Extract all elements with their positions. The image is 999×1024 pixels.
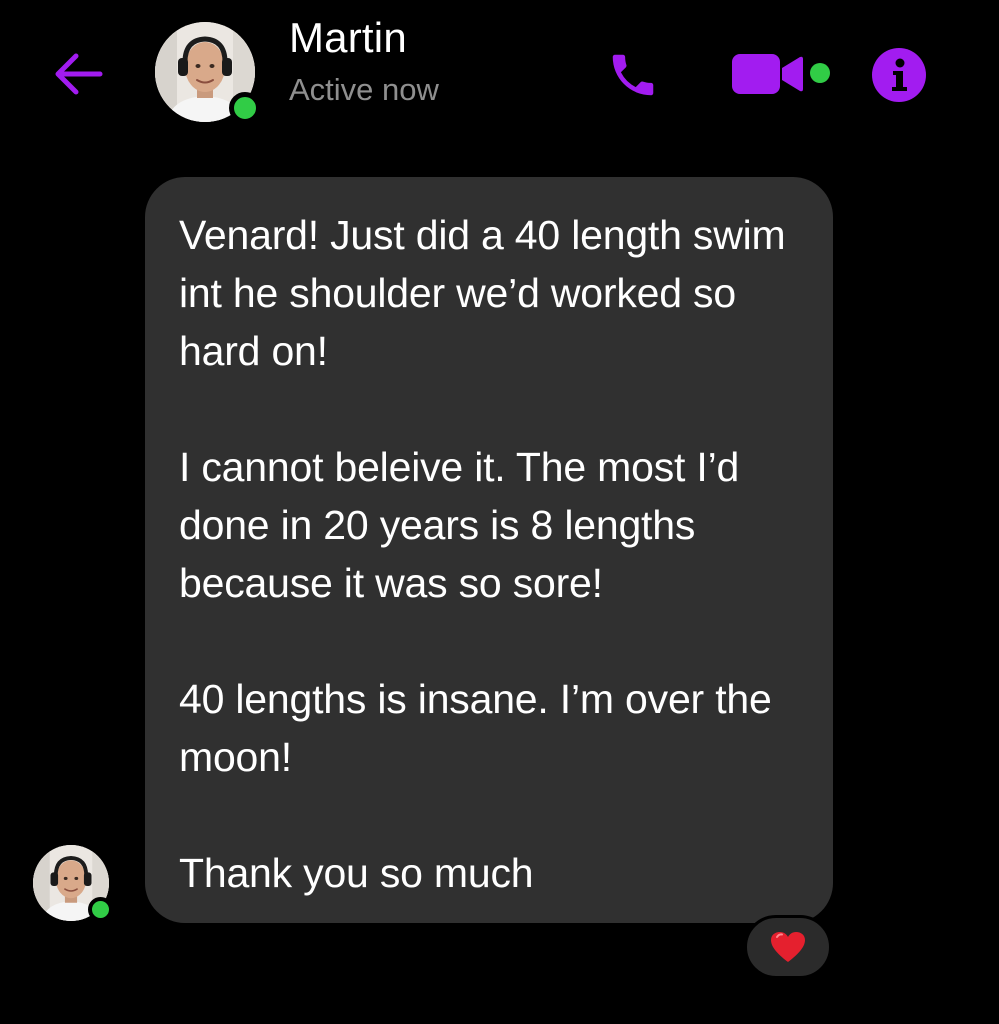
contact-name[interactable]: Martin (289, 14, 407, 62)
online-indicator (88, 897, 113, 922)
online-indicator (229, 92, 261, 124)
message-paragraph: 40 lengths is insane. I’m over the moon! (179, 676, 772, 780)
back-button[interactable] (50, 50, 106, 98)
info-icon (872, 48, 926, 102)
message-bubble[interactable]: Venard! Just did a 40 length swim int he… (145, 177, 833, 923)
phone-icon (612, 54, 654, 96)
video-call-button[interactable] (730, 52, 806, 96)
heart-reaction[interactable] (744, 915, 832, 979)
heart-icon (771, 932, 805, 962)
active-status: Active now (289, 72, 439, 107)
voice-call-button[interactable] (604, 48, 662, 102)
video-camera-icon (732, 54, 803, 94)
message-paragraph: Thank you so much (179, 850, 534, 896)
video-active-indicator (810, 63, 830, 83)
back-arrow-icon (55, 53, 103, 95)
message-paragraph: Venard! Just did a 40 length swim int he… (179, 212, 786, 374)
conversation-info-button[interactable] (872, 48, 926, 102)
message-paragraph: I cannot beleive it. The most I’d done i… (179, 444, 740, 606)
contact-avatar[interactable] (155, 22, 261, 124)
sender-avatar[interactable] (33, 845, 113, 922)
